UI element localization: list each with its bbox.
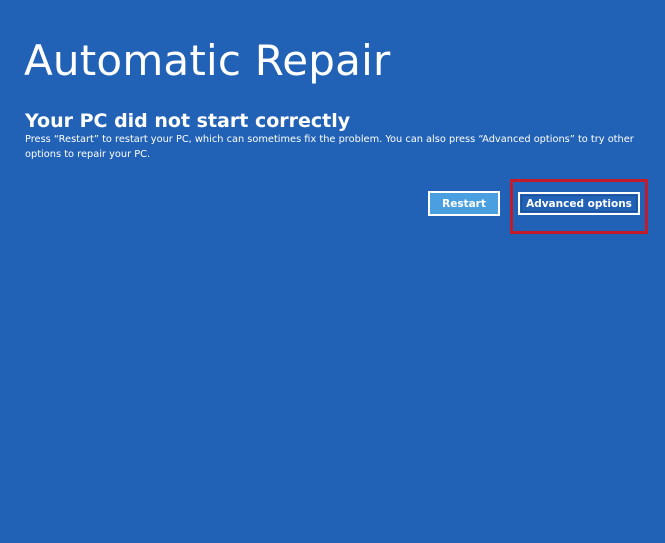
repair-instructions: Press “Restart” to restart your PC, whic… [25,133,634,160]
automatic-repair-screen: Automatic Repair Your PC did not start c… [0,0,665,543]
advanced-options-button[interactable]: Advanced options [518,192,640,215]
restart-button[interactable]: Restart [428,191,500,216]
page-subtitle: Your PC did not start correctly [25,109,351,132]
page-title: Automatic Repair [24,36,391,86]
